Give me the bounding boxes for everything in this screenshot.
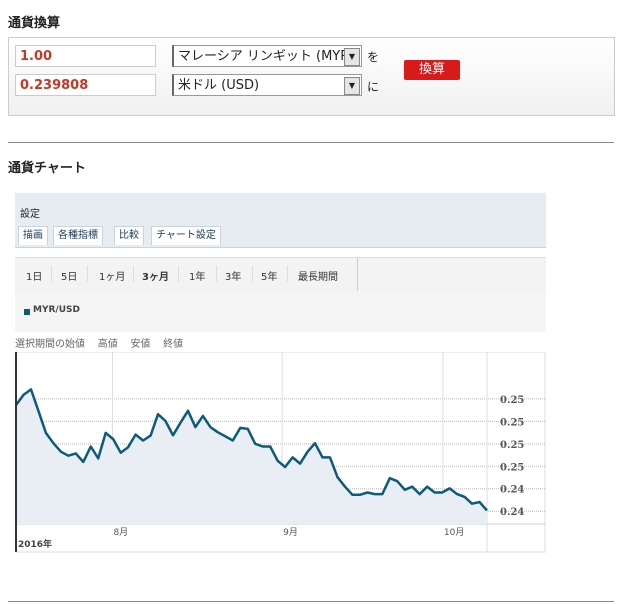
stat-close: 終値: [163, 339, 184, 350]
stat-low: 安値: [130, 339, 151, 350]
result-field[interactable]: 0.239808: [15, 74, 156, 96]
chart-section-title: 通貨チャート: [8, 161, 86, 176]
period-bar: 1日 5日 1ヶ月 3ヶ月 1年 3年 5年 最長期間: [15, 257, 546, 292]
from-currency-select[interactable]: マレーシア リンギット (MYR) ▼: [172, 45, 362, 67]
period-1y[interactable]: 1年: [189, 268, 205, 283]
y-tick-label: 0.24: [500, 485, 524, 496]
y-tick-label: 0.25: [500, 440, 524, 451]
x-tick-label: 10月: [444, 527, 464, 538]
tab-draw[interactable]: 描画: [18, 226, 48, 245]
period-max[interactable]: 最長期間: [298, 268, 338, 283]
chart-widget: 設定 描画 各種指標 比較 チャート設定 1日 5日 1ヶ月 3ヶ月 1年 3年…: [15, 193, 546, 578]
period-5y[interactable]: 5年: [261, 268, 277, 283]
tab-chart-settings[interactable]: チャート設定: [151, 226, 221, 245]
chevron-down-icon[interactable]: ▼: [344, 77, 360, 95]
stat-open: 選択期間の始値: [15, 339, 85, 350]
y-tick-label: 0.25: [500, 417, 524, 428]
year-label: 2016年: [18, 538, 52, 550]
to-currency-select[interactable]: 米ドル (USD) ▼: [172, 74, 362, 96]
period-5d[interactable]: 5日: [61, 268, 77, 283]
legend-row: MYR/USD: [15, 291, 546, 332]
period-1m[interactable]: 1ヶ月: [99, 268, 125, 283]
convert-button[interactable]: 換算: [404, 60, 460, 80]
chevron-down-icon[interactable]: ▼: [344, 48, 360, 66]
tab-compare[interactable]: 比較: [114, 226, 144, 245]
legend-swatch-icon: [24, 309, 30, 315]
stats-row: 選択期間の始値 高値 安値 終値: [15, 335, 183, 350]
from-suffix: を: [367, 50, 380, 64]
stat-high: 高値: [97, 339, 118, 350]
divider: [8, 601, 614, 602]
y-tick-label: 0.25: [500, 462, 524, 473]
period-1d[interactable]: 1日: [26, 268, 42, 283]
settings-label: 設定: [20, 209, 40, 220]
amount-input[interactable]: 1.00: [15, 45, 156, 67]
to-suffix: に: [367, 80, 380, 94]
from-currency-value: マレーシア リンギット (MYR): [178, 49, 355, 64]
legend-label: MYR/USD: [33, 305, 80, 315]
tab-indicators[interactable]: 各種指標: [53, 226, 103, 245]
y-tick-label: 0.25: [500, 395, 524, 406]
price-chart[interactable]: 0.25 0.25 0.25 0.25 0.24 0.24 8月 9月 10月 2016年: [15, 352, 546, 578]
x-tick-label: 8月: [113, 527, 128, 538]
to-currency-value: 米ドル (USD): [178, 78, 260, 93]
y-tick-label: 0.24: [500, 507, 524, 518]
converter-title: 通貨換算: [8, 16, 61, 31]
x-tick-label: 9月: [283, 527, 298, 538]
divider: [8, 142, 614, 143]
period-3y[interactable]: 3年: [225, 268, 241, 283]
period-3m[interactable]: 3ヶ月: [142, 268, 169, 283]
